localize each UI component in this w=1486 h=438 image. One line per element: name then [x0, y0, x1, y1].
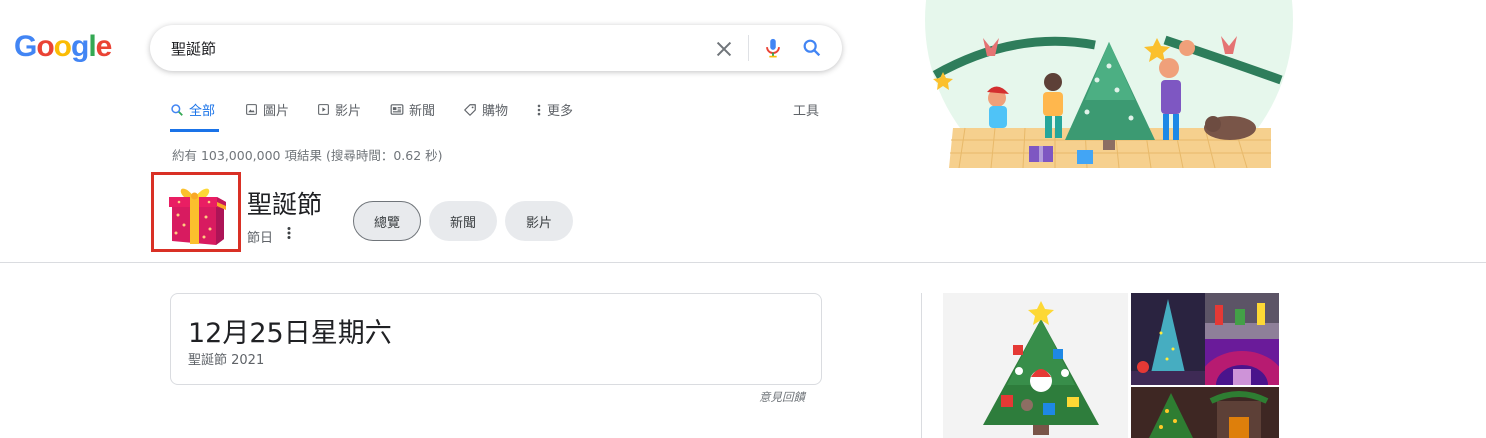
tab-label: 新聞 [409, 104, 436, 119]
search-box[interactable]: 聖誕節 [150, 25, 842, 71]
christmas-doodle-image[interactable] [925, 0, 1293, 168]
chip-videos[interactable]: 影片 [505, 201, 573, 241]
answer-caption: 聖誕節 2021 [188, 353, 265, 368]
logo-letter-l: l [88, 30, 96, 63]
microphone-icon[interactable] [762, 36, 784, 60]
more-vert-icon [537, 104, 541, 115]
entity-subtitle: 節日 [247, 231, 274, 246]
chip-overview[interactable]: 總覽 [353, 201, 421, 241]
chip-news[interactable]: 新聞 [429, 201, 497, 241]
tab-news[interactable]: 新聞 [390, 100, 435, 119]
entity-title: 聖誕節 [247, 190, 323, 219]
feedback-link[interactable]: 意見回饋 [759, 389, 805, 405]
google-logo[interactable]: Google [14, 30, 113, 64]
tab-label: 更多 [547, 104, 574, 119]
search-divider [748, 35, 749, 61]
image-result-thumb-3[interactable] [1205, 339, 1279, 385]
image-result-main[interactable] [943, 293, 1128, 438]
tab-shopping[interactable]: 購物 [463, 100, 508, 119]
image-result-thumb-2[interactable] [1205, 293, 1279, 339]
logo-letter-e: e [95, 30, 113, 63]
chip-label: 新聞 [449, 215, 476, 231]
chip-label: 總覽 [373, 215, 400, 231]
answer-date: 12月25日星期六 [188, 318, 392, 349]
image-result-thumb-4[interactable] [1131, 387, 1279, 438]
chip-label: 影片 [525, 215, 552, 231]
entity-image-highlight[interactable] [151, 172, 241, 252]
logo-letter-o2: o [53, 30, 72, 63]
tag-icon [464, 103, 476, 116]
image-icon [246, 104, 257, 115]
tab-label: 全部 [189, 104, 216, 119]
tab-all[interactable]: 全部 [170, 100, 215, 119]
gift-box-icon [169, 188, 226, 245]
result-stats: 約有 103,000,000 項結果 (搜尋時間：0.62 秒) [172, 148, 443, 163]
tab-label: 購物 [482, 104, 509, 119]
logo-letter-o1: o [36, 30, 54, 63]
tab-label: 圖片 [263, 104, 290, 119]
tab-videos[interactable]: 影片 [317, 100, 361, 119]
tab-images[interactable]: 圖片 [245, 100, 289, 119]
logo-letter-g1: G [14, 30, 37, 63]
search-icon[interactable] [801, 37, 823, 59]
news-icon [390, 104, 404, 115]
column-divider [921, 293, 922, 438]
tab-more[interactable]: 更多 [536, 100, 573, 119]
date-answer-card: 12月25日星期六 聖誕節 2021 [170, 293, 822, 385]
close-icon[interactable] [713, 38, 735, 60]
tools-button[interactable]: 工具 [793, 100, 819, 119]
image-result-thumb-1[interactable] [1131, 293, 1205, 385]
play-icon [318, 104, 329, 115]
active-tab-indicator [170, 129, 219, 132]
more-vert-icon[interactable] [284, 224, 294, 242]
logo-letter-g2: g [71, 30, 89, 63]
search-icon [171, 103, 183, 116]
section-divider [0, 262, 1486, 263]
search-input[interactable]: 聖誕節 [171, 38, 216, 59]
tab-label: 影片 [335, 104, 362, 119]
